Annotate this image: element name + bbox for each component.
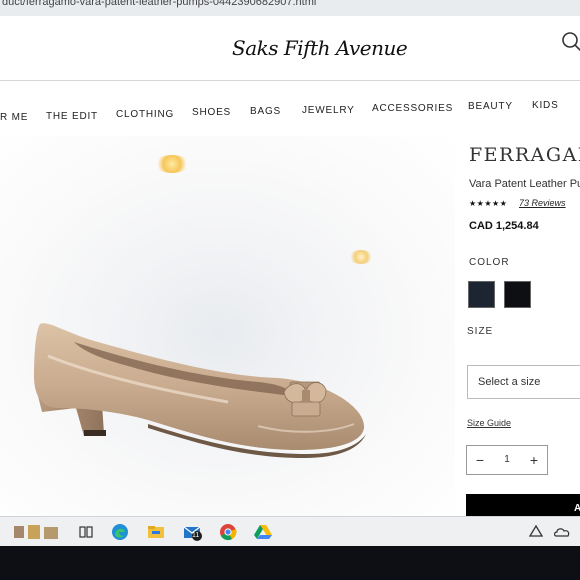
nav-item-kids[interactable]: KIDS [532, 100, 559, 111]
nav-item-shoes[interactable]: SHOES [192, 107, 231, 118]
quantity-value[interactable]: 1 [495, 446, 519, 474]
onedrive-icon[interactable] [552, 522, 572, 542]
google-drive-icon[interactable] [253, 522, 273, 542]
saks-logo[interactable]: Saks Fifth Avenue [232, 36, 408, 60]
product-price: CAD 1,254.84 [469, 220, 539, 232]
file-explorer-icon[interactable] [146, 522, 166, 542]
product-name: Vara Patent Leather Pu [469, 178, 580, 190]
product-image-shoe[interactable] [28, 316, 373, 466]
screen-glare [349, 250, 373, 264]
quantity-increase-button[interactable]: + [521, 446, 547, 474]
reviews-link[interactable]: 73 Reviews [519, 198, 566, 208]
url-text: duct/ferragamo-vara-patent-leather-pumps… [2, 0, 317, 8]
monitor-bezel [0, 546, 580, 580]
size-select[interactable]: Select a size [467, 365, 580, 399]
header-divider [0, 80, 580, 81]
nav-item-for-me[interactable]: R ME [0, 112, 28, 123]
quantity-stepper[interactable]: − 1 + [466, 445, 548, 475]
quantity-decrease-button[interactable]: − [467, 446, 493, 474]
nav-item-accessories[interactable]: ACCESSORIES [372, 103, 453, 114]
color-swatch-navy[interactable] [468, 281, 495, 308]
mail-badge: 11 [192, 532, 200, 539]
edge-browser-icon[interactable] [110, 522, 130, 542]
size-guide-link[interactable]: Size Guide [467, 418, 511, 428]
color-label: COLOR [469, 257, 510, 268]
color-swatch-black[interactable] [504, 281, 531, 308]
rating-stars: ★★★★★ [469, 199, 508, 208]
pinned-decor-icon [14, 525, 58, 539]
screen-glare [155, 155, 189, 173]
chrome-icon[interactable] [218, 522, 238, 542]
drive-status-icon[interactable] [526, 522, 546, 542]
product-page: Saks Fifth Avenue R ME THE EDIT CLOTHING… [0, 16, 580, 516]
windows-taskbar: 11 [0, 516, 580, 547]
browser-address-bar[interactable]: duct/ferragamo-vara-patent-leather-pumps… [0, 0, 580, 16]
nav-item-the-edit[interactable]: THE EDIT [46, 111, 98, 122]
size-label: SIZE [467, 326, 494, 337]
nav-item-beauty[interactable]: BEAUTY [468, 101, 513, 112]
search-icon[interactable] [560, 30, 580, 56]
add-to-bag-button[interactable]: A [466, 494, 580, 516]
product-brand[interactable]: FERRAGAMO [469, 144, 580, 166]
nav-item-clothing[interactable]: CLOTHING [116, 109, 174, 120]
task-view-icon[interactable] [76, 522, 96, 542]
nav-item-jewelry[interactable]: JEWELRY [302, 105, 355, 116]
nav-item-bags[interactable]: BAGS [250, 106, 281, 117]
